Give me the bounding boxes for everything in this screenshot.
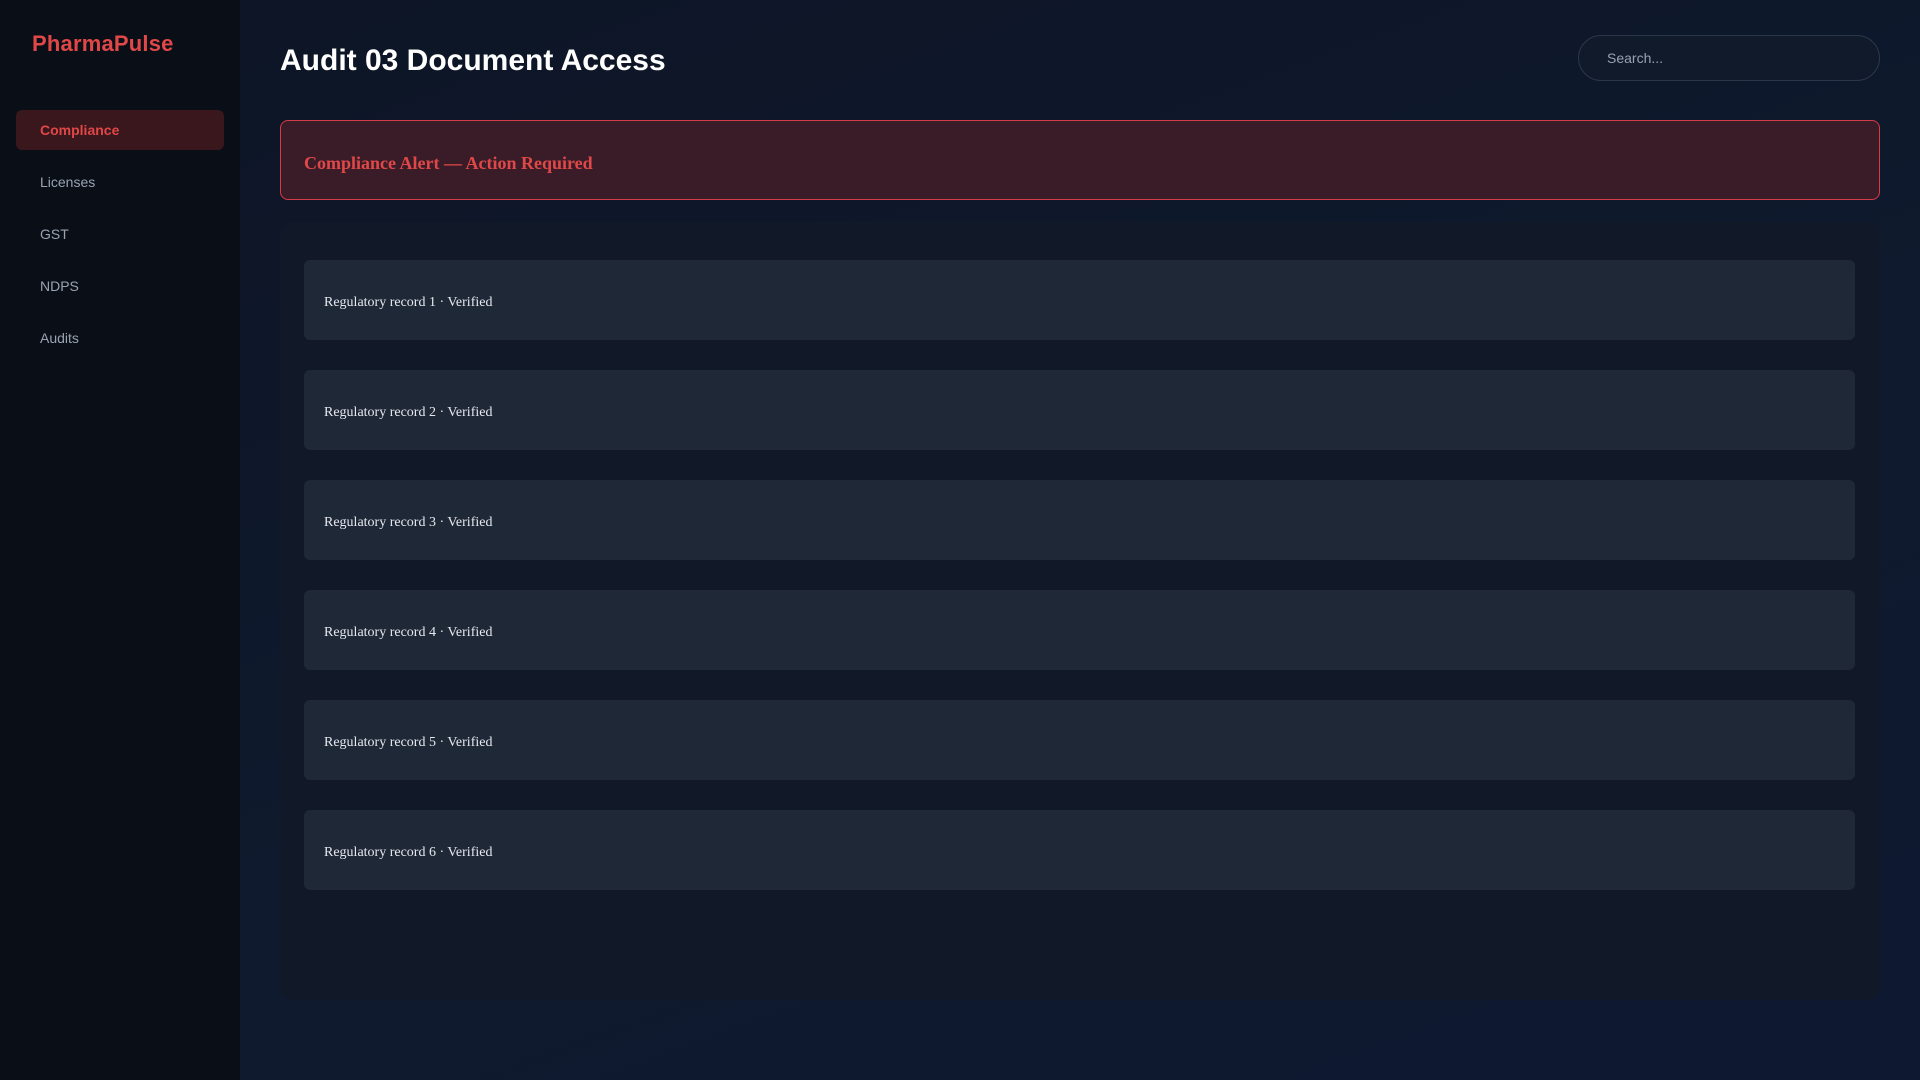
record-label: Regulatory record 1 · Verified — [324, 295, 493, 310]
main-content: Audit 03 Document Access Compliance Aler… — [240, 0, 1920, 1080]
list-item[interactable]: Regulatory record 4 · Verified — [304, 590, 1855, 670]
sidebar-item-gst[interactable]: GST — [16, 214, 224, 254]
page-title: Audit 03 Document Access — [280, 44, 666, 77]
list-item[interactable]: Regulatory record 1 · Verified — [304, 260, 1855, 340]
record-label: Regulatory record 5 · Verified — [324, 735, 493, 750]
page-header: Audit 03 Document Access — [280, 0, 1880, 120]
search-input[interactable] — [1607, 50, 1847, 66]
sidebar-item-ndps[interactable]: NDPS — [16, 266, 224, 306]
sidebar-item-audits[interactable]: Audits — [16, 318, 224, 358]
sidebar-item-licenses[interactable]: Licenses — [16, 162, 224, 202]
list-item[interactable]: Regulatory record 3 · Verified — [304, 480, 1855, 560]
list-item[interactable]: Regulatory record 6 · Verified — [304, 810, 1855, 890]
sidebar-item-compliance[interactable]: Compliance — [16, 110, 224, 150]
search-box[interactable] — [1578, 35, 1880, 81]
record-label: Regulatory record 6 · Verified — [324, 845, 493, 860]
list-item[interactable]: Regulatory record 2 · Verified — [304, 370, 1855, 450]
compliance-alert-banner: Compliance Alert — Action Required — [280, 120, 1880, 200]
app-root: PharmaPulse Compliance Licenses GST NDPS… — [0, 0, 1920, 1080]
record-label: Regulatory record 3 · Verified — [324, 515, 493, 530]
records-panel: Regulatory record 1 · Verified Regulator… — [280, 222, 1880, 1000]
record-label: Regulatory record 4 · Verified — [324, 625, 493, 640]
alert-text: Compliance Alert — Action Required — [304, 152, 593, 173]
list-item[interactable]: Regulatory record 5 · Verified — [304, 700, 1855, 780]
sidebar-nav: Compliance Licenses GST NDPS Audits — [0, 110, 240, 358]
sidebar: PharmaPulse Compliance Licenses GST NDPS… — [0, 0, 240, 1080]
brand-logo[interactable]: PharmaPulse — [0, 30, 240, 58]
record-label: Regulatory record 2 · Verified — [324, 405, 493, 420]
